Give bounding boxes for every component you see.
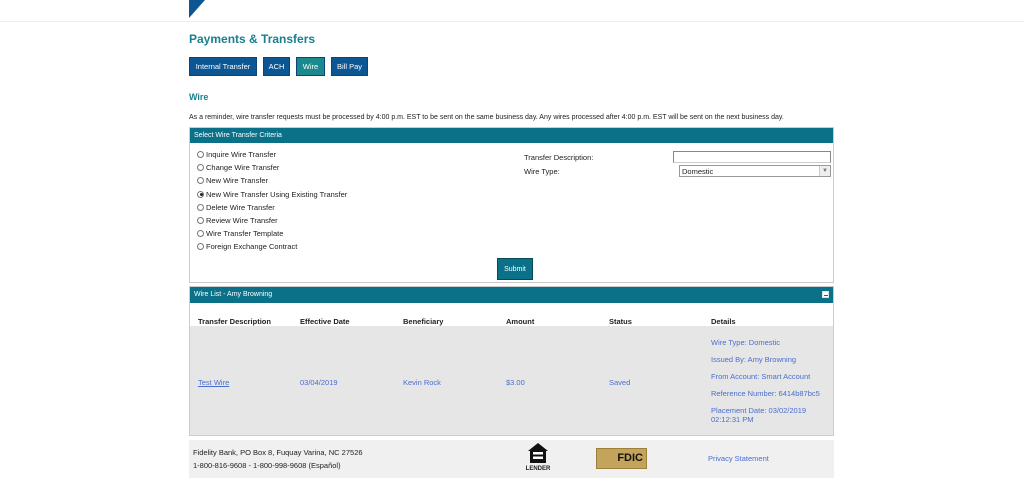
col-beneficiary: Beneficiary (403, 317, 444, 326)
radio-option[interactable]: Foreign Exchange Contract (197, 242, 297, 251)
radio-button[interactable] (197, 177, 204, 185)
wire-type-value: Domestic (682, 167, 714, 176)
top-header (0, 0, 1024, 22)
footer-address: Fidelity Bank, PO Box 8, Fuquay Varina, … (193, 448, 363, 457)
tab-bill-pay[interactable]: Bill Pay (331, 57, 368, 76)
submit-button[interactable]: Submit (497, 258, 533, 280)
radio-button[interactable] (197, 203, 204, 211)
tab-wire[interactable]: Wire (296, 57, 325, 76)
detail-placement-date: Placement Date: 03/02/2019 02:12:31 PM (711, 406, 807, 424)
radio-button[interactable] (197, 190, 204, 198)
wire-list-title: Wire List - Amy Browning (194, 291, 273, 298)
col-amount: Amount (506, 317, 535, 326)
transfer-description-input[interactable] (673, 151, 831, 163)
reminder-text: As a reminder, wire transfer requests mu… (189, 114, 784, 121)
amount: $3.00 (506, 378, 525, 387)
radio-option[interactable]: Wire Transfer Template (197, 229, 283, 238)
radio-label: Foreign Exchange Contract (206, 242, 298, 252)
criteria-header: Select Wire Transfer Criteria (190, 128, 833, 143)
equal-housing-lender-logo: LENDER (522, 442, 554, 476)
detail-reference-number: Reference Number: 6414b87bc5 (711, 389, 820, 398)
radio-label: Change Wire Transfer (206, 163, 280, 173)
radio-option[interactable]: Delete Wire Transfer (197, 203, 275, 212)
radio-label: New Wire Transfer (206, 176, 269, 186)
collapse-icon[interactable] (822, 291, 829, 298)
radio-button[interactable] (197, 151, 204, 158)
radio-button[interactable] (197, 217, 204, 224)
house-icon (528, 443, 548, 463)
section-heading: Wire (189, 92, 209, 102)
radio-label: Review Wire Transfer (206, 216, 278, 225)
chevron-down-icon: ▼ (819, 166, 830, 176)
radio-option[interactable]: Review Wire Transfer (197, 216, 278, 225)
privacy-statement-link[interactable]: Privacy Statement (708, 454, 769, 463)
wire-type-select[interactable]: Domestic ▼ (679, 165, 831, 177)
detail-from-account: From Account: Smart Account (711, 372, 811, 381)
beneficiary: Kevin Rock (403, 378, 441, 387)
col-status: Status (609, 317, 632, 326)
radio-label: Inquire Wire Transfer (206, 150, 277, 159)
wire-list-header: Wire List - Amy Browning (190, 287, 833, 303)
col-details: Details (711, 317, 736, 326)
detail-issued-by: Issued By: Amy Browning (711, 355, 797, 364)
radio-option[interactable]: Change Wire Transfer (197, 163, 279, 172)
tab-ach[interactable]: ACH (263, 57, 290, 76)
radio-label: Wire Transfer Template (206, 229, 284, 239)
bank-logo[interactable] (189, 0, 205, 18)
radio-option[interactable]: New Wire Transfer (197, 176, 268, 185)
status: Saved (609, 378, 631, 387)
radio-option[interactable]: New Wire Transfer Using Existing Transfe… (197, 190, 347, 199)
radio-label: Delete Wire Transfer (206, 202, 275, 212)
transfer-description-link[interactable]: Test Wire (198, 378, 229, 387)
page-title: Payments & Transfers (189, 32, 316, 46)
fdic-logo: FDIC (596, 448, 647, 469)
radio-label: New Wire Transfer Using Existing Transfe… (206, 189, 348, 199)
col-transfer-description: Transfer Description (198, 317, 271, 326)
footer-phone: 1-800-816-9608 - 1-800-998-9608 (Español… (193, 461, 341, 470)
effective-date: 03/04/2019 (300, 378, 338, 387)
transfer-description-label: Transfer Description: (524, 153, 594, 162)
radio-option[interactable]: Inquire Wire Transfer (197, 150, 276, 159)
detail-wire-type: Wire Type: Domestic (711, 338, 781, 347)
wire-type-label: Wire Type: (524, 167, 560, 176)
radio-button[interactable] (197, 243, 204, 251)
radio-button[interactable] (197, 230, 204, 238)
col-effective-date: Effective Date (300, 317, 350, 326)
radio-button[interactable] (197, 164, 204, 172)
tab-internal-transfer[interactable]: Internal Transfer (189, 57, 257, 76)
